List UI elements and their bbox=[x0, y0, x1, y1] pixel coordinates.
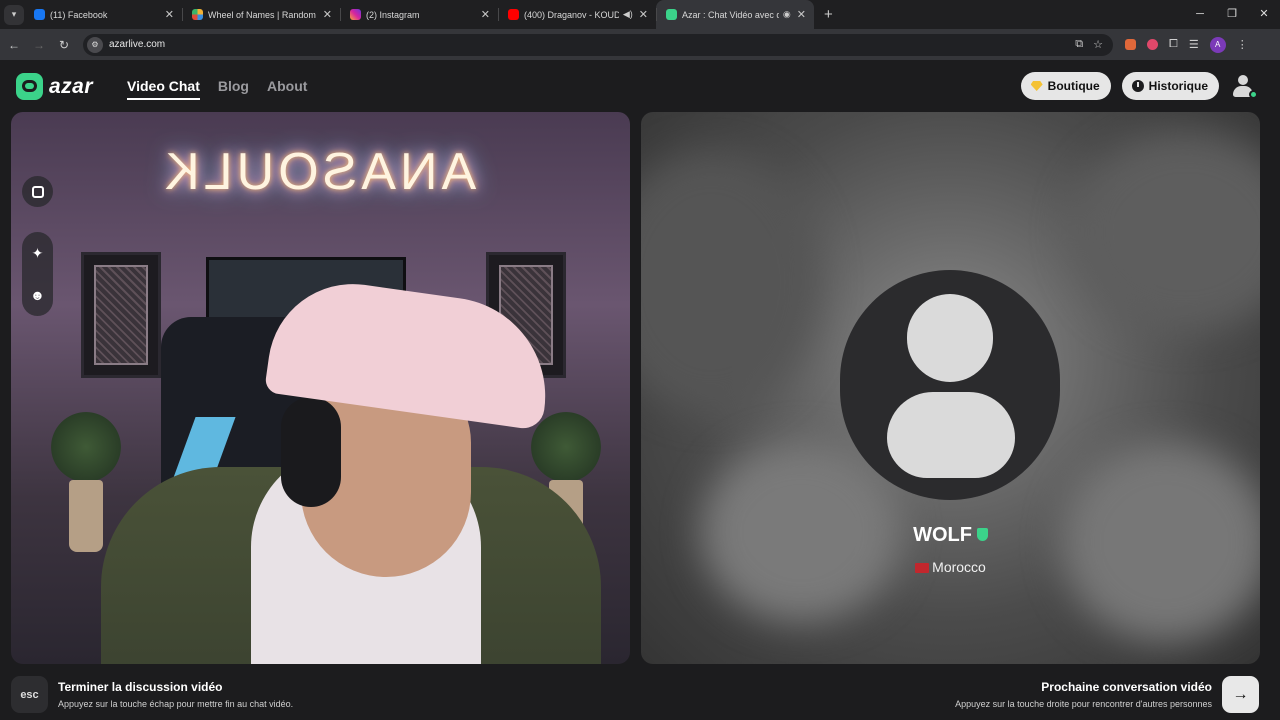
verified-shield-icon bbox=[976, 528, 988, 541]
browser-menu-icon[interactable]: ⋮ bbox=[1237, 38, 1248, 51]
audio-playing-icon[interactable]: ◀) bbox=[623, 9, 633, 20]
tab-title: (11) Facebook bbox=[50, 9, 108, 20]
tab-youtube[interactable]: (400) Draganov - KOUDOU ◀) ✕ bbox=[498, 0, 656, 29]
tab-title: (2) Instagram bbox=[366, 9, 420, 20]
facebook-icon bbox=[34, 9, 45, 20]
remote-avatar-placeholder bbox=[840, 270, 1060, 500]
profile-avatar[interactable]: A bbox=[1209, 36, 1226, 53]
azar-site: azar Video Chat Blog About Boutique Hist… bbox=[0, 60, 1280, 720]
close-tab-icon[interactable]: ✕ bbox=[481, 8, 490, 21]
expand-icon bbox=[31, 185, 44, 198]
remote-username: WOLF bbox=[641, 524, 1260, 547]
tab-title: Azar : Chat Vidéo avec de bbox=[682, 9, 779, 20]
close-tab-icon[interactable]: ✕ bbox=[639, 8, 648, 21]
reading-list-icon[interactable]: ☰ bbox=[1189, 38, 1199, 51]
bookmark-star-icon[interactable]: ☆ bbox=[1093, 38, 1103, 51]
youtube-icon bbox=[508, 9, 519, 20]
close-tab-icon[interactable]: ✕ bbox=[165, 8, 174, 21]
end-chat-title: Terminer la discussion vidéo bbox=[58, 680, 223, 694]
user-in-video bbox=[101, 247, 601, 664]
extensions-puzzle-icon[interactable]: ⧠ bbox=[1169, 38, 1178, 51]
headset bbox=[281, 397, 341, 507]
local-video: ANASOULK bbox=[11, 112, 630, 664]
boutique-button[interactable]: Boutique bbox=[1020, 72, 1111, 100]
sparkle-effects-icon[interactable]: ✦ bbox=[32, 245, 44, 262]
new-tab-button[interactable]: + bbox=[824, 6, 833, 23]
extension-icon[interactable] bbox=[1147, 39, 1158, 50]
close-tab-icon[interactable]: ✕ bbox=[323, 8, 332, 21]
remote-country: Morocco bbox=[641, 559, 1260, 575]
extension-icon[interactable] bbox=[1125, 39, 1136, 50]
user-avatar[interactable] bbox=[1230, 73, 1258, 99]
tab-title: Wheel of Names | Random nam bbox=[208, 9, 317, 20]
remote-video: WOLF Morocco bbox=[641, 112, 1260, 664]
back-icon[interactable]: ← bbox=[3, 38, 25, 52]
nav-video-chat[interactable]: Video Chat bbox=[127, 78, 200, 100]
neon-sign: ANASOULK bbox=[161, 143, 477, 201]
tab-wheel-of-names[interactable]: Wheel of Names | Random nam ✕ bbox=[182, 0, 340, 29]
morocco-flag-icon bbox=[915, 563, 930, 573]
close-tab-icon[interactable]: ✕ bbox=[797, 8, 806, 21]
logo-text: azar bbox=[49, 74, 94, 98]
wheel-icon bbox=[192, 9, 203, 20]
next-key-button[interactable]: → bbox=[1222, 676, 1259, 713]
forward-icon[interactable]: → bbox=[28, 38, 50, 52]
minimize-icon[interactable]: ─ bbox=[1184, 0, 1216, 29]
face-filter-icon[interactable]: ☻ bbox=[30, 287, 45, 303]
nav-blog[interactable]: Blog bbox=[218, 78, 249, 100]
reload-icon[interactable]: ↻ bbox=[53, 38, 75, 52]
next-chat-title: Prochaine conversation vidéo bbox=[1041, 680, 1212, 694]
extensions-area: ⧠ ☰ A ⋮ bbox=[1125, 36, 1248, 53]
instagram-icon bbox=[350, 9, 361, 20]
online-status-dot bbox=[1249, 90, 1258, 99]
tab-facebook[interactable]: (11) Facebook ✕ bbox=[24, 0, 182, 29]
install-app-icon[interactable]: ⧉ bbox=[1075, 38, 1083, 51]
address-bar[interactable]: ⚙ azarlive.com ⧉ ☆ bbox=[83, 33, 1113, 56]
site-info-icon[interactable]: ⚙ bbox=[87, 36, 103, 53]
tab-title: (400) Draganov - KOUDOU bbox=[524, 9, 619, 20]
esc-key-button[interactable]: esc bbox=[11, 676, 48, 713]
browser-toolbar: ← → ↻ ⚙ azarlive.com ⧉ ☆ ⧠ ☰ A ⋮ bbox=[0, 29, 1280, 60]
tab-search-icon[interactable]: ▾ bbox=[4, 4, 24, 25]
expand-video-button[interactable] bbox=[22, 176, 53, 207]
boutique-label: Boutique bbox=[1047, 79, 1100, 93]
window-controls: ─ ❐ ✕ bbox=[1184, 0, 1280, 29]
main-nav: Video Chat Blog About bbox=[127, 78, 307, 100]
restore-icon[interactable]: ❐ bbox=[1216, 0, 1248, 29]
end-chat-subtitle: Appuyez sur la touche échap pour mettre … bbox=[58, 699, 294, 709]
url-text[interactable]: azarlive.com bbox=[109, 39, 165, 50]
end-chat-hint: esc Terminer la discussion vidéo Appuyez… bbox=[11, 676, 293, 713]
header-actions: Boutique Historique bbox=[1020, 72, 1258, 100]
next-chat-hint: Prochaine conversation vidéo Appuyez sur… bbox=[955, 676, 1259, 713]
effects-toolbar: ✦ ☻ bbox=[22, 232, 53, 316]
azar-logo[interactable]: azar bbox=[16, 73, 93, 100]
next-chat-subtitle: Appuyez sur la touche droite pour rencon… bbox=[955, 699, 1212, 709]
recording-icon: ◉ bbox=[782, 9, 791, 19]
close-window-icon[interactable]: ✕ bbox=[1248, 0, 1280, 29]
azar-logo-icon bbox=[16, 73, 43, 100]
azar-icon bbox=[666, 9, 677, 20]
tab-instagram[interactable]: (2) Instagram ✕ bbox=[340, 0, 498, 29]
historique-label: Historique bbox=[1148, 79, 1208, 93]
clock-icon bbox=[1131, 80, 1144, 92]
tab-azar[interactable]: Azar : Chat Vidéo avec de ◉ ✕ bbox=[656, 0, 814, 29]
historique-button[interactable]: Historique bbox=[1121, 72, 1219, 100]
video-tools: ✦ ☻ bbox=[22, 176, 53, 316]
browser-tab-strip: ▾ (11) Facebook ✕ Wheel of Names | Rando… bbox=[0, 0, 1280, 29]
gem-icon bbox=[1030, 81, 1043, 91]
nav-about[interactable]: About bbox=[267, 78, 307, 100]
